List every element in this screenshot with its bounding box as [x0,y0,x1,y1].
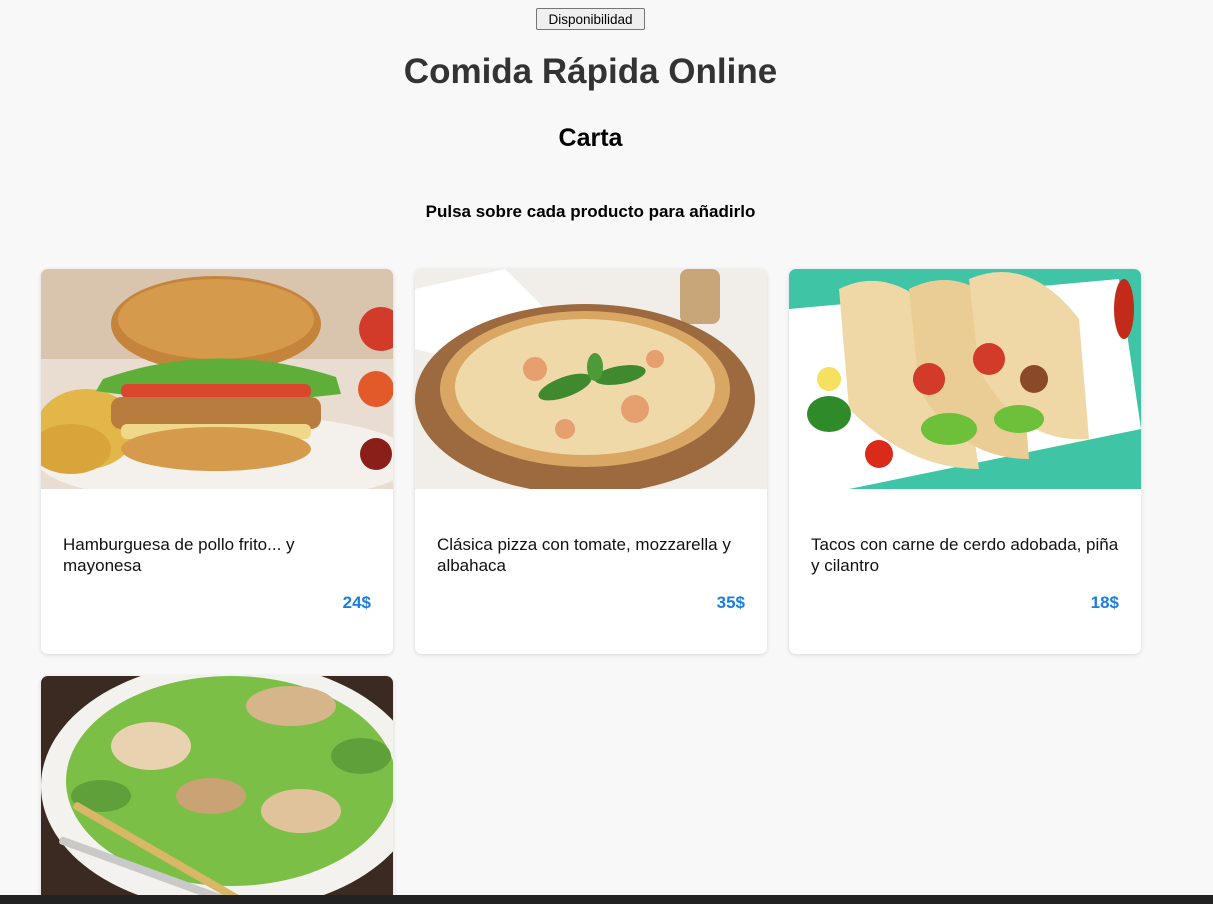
page-title: Comida Rápida Online [403,52,778,91]
product-description: Clásica pizza con tomate, mozzarella y a… [437,535,731,575]
product-price: 24$ [342,593,371,612]
product-card-tacos[interactable]: Tacos con carne de cerdo adobada, piña y… [789,269,1141,654]
product-price: 35$ [716,593,745,612]
menu-heading: Carta [558,124,623,152]
salad-image [41,676,393,896]
product-card-pizza[interactable]: Clásica pizza con tomate, mozzarella y a… [415,269,767,654]
availability-button[interactable]: Disponibilidad [536,8,645,30]
product-description: Hamburguesa de pollo frito... y mayonesa [63,535,295,575]
product-price: 18$ [1090,593,1119,612]
tacos-image [789,269,1141,489]
product-description: Tacos con carne de cerdo adobada, piña y… [811,535,1119,575]
product-card-salad[interactable] [41,676,393,904]
instructions-text: Pulsa sobre cada producto para añadirlo [425,202,756,221]
burger-image [41,269,393,489]
product-card-burger[interactable]: Hamburguesa de pollo frito... y mayonesa… [41,269,393,654]
pizza-image [415,269,767,489]
bottom-bar [0,895,1213,904]
